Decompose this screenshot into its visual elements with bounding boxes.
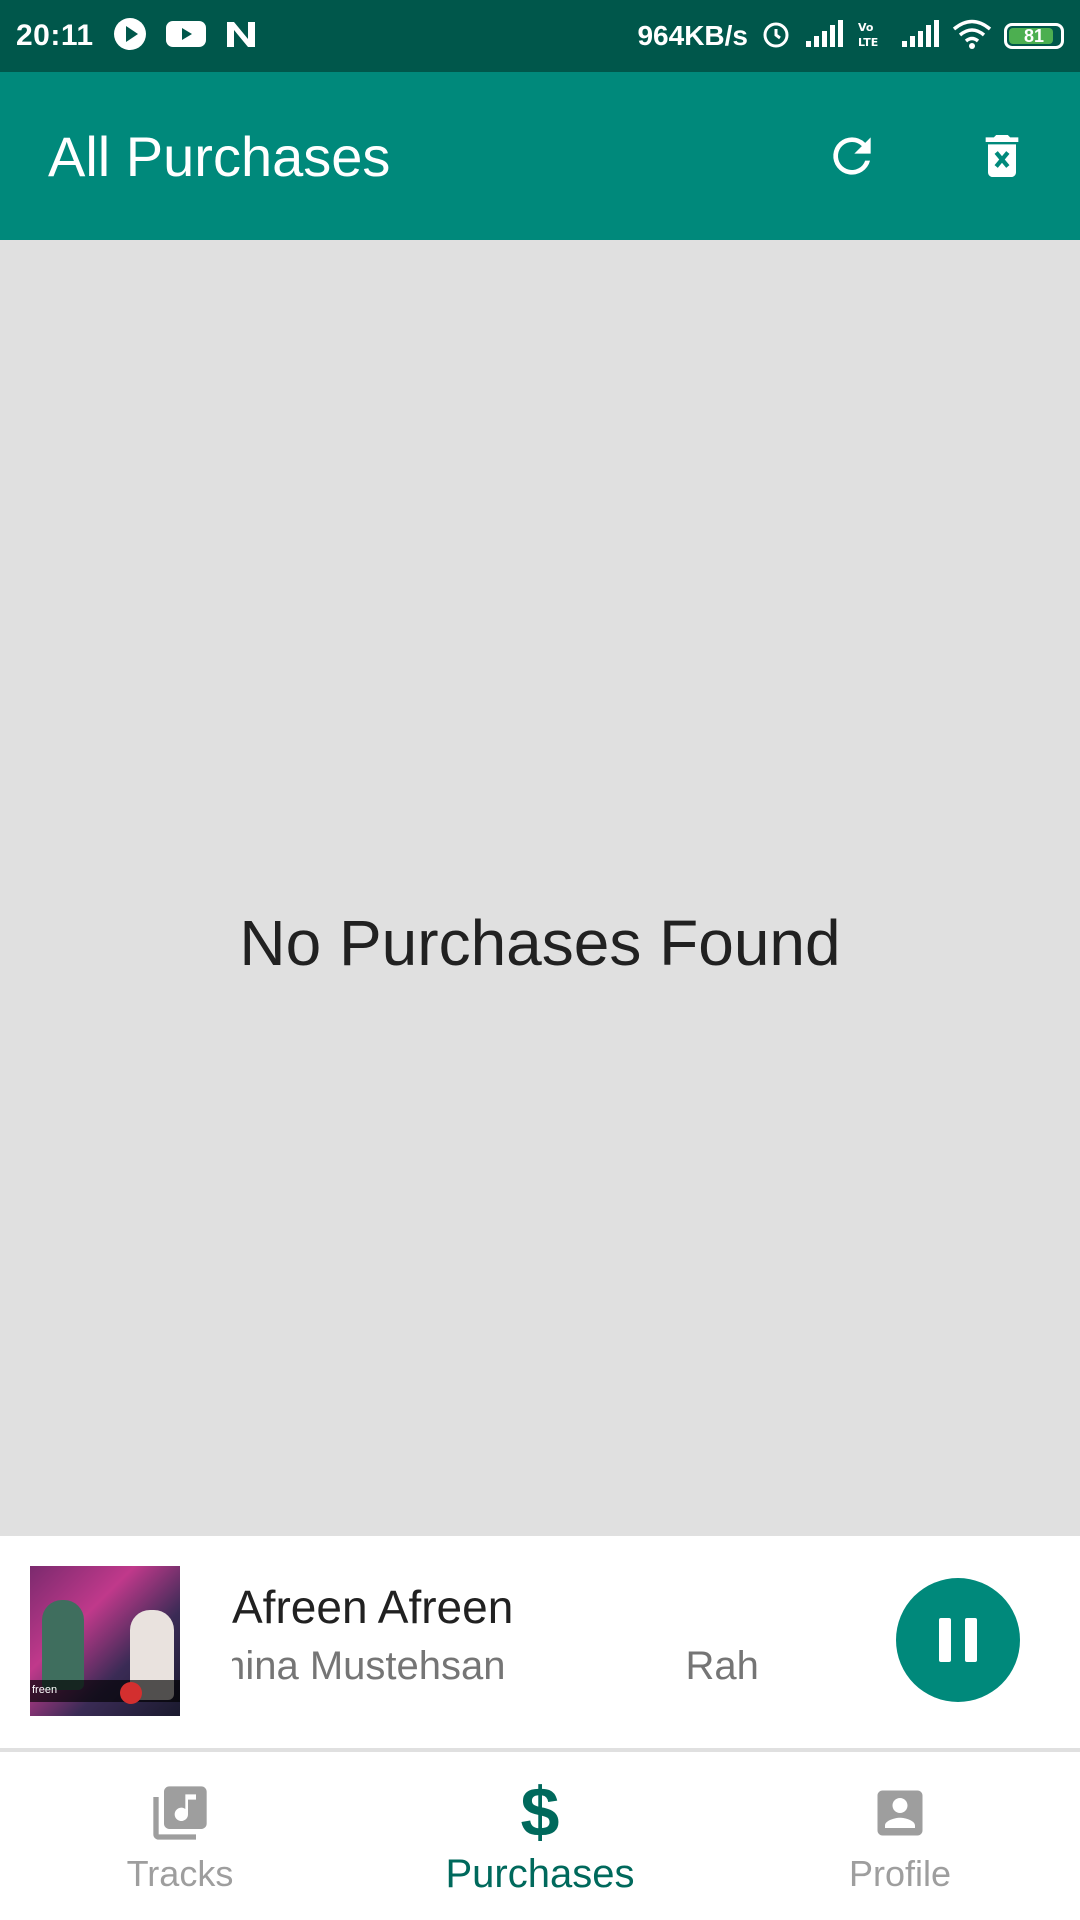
pause-icon <box>932 1618 984 1662</box>
bottom-navigation: Tracks $ Purchases Profile <box>0 1752 1080 1920</box>
battery-icon: 81 <box>1004 23 1064 49</box>
nav-tracks[interactable]: Tracks <box>0 1752 360 1920</box>
delete-button[interactable] <box>972 126 1032 186</box>
empty-state-message: No Purchases Found <box>239 907 841 979</box>
nav-profile[interactable]: Profile <box>720 1752 1080 1920</box>
now-playing-bar[interactable]: freen Afreen Afreen mina Mustehsan Rah <box>0 1536 1080 1748</box>
app-bar: All Purchases <box>0 72 1080 240</box>
app-bar-actions <box>822 126 1032 186</box>
refresh-button[interactable] <box>822 126 882 186</box>
svg-text:LTE: LTE <box>858 36 878 49</box>
play-icon <box>112 16 148 57</box>
pause-button[interactable] <box>896 1578 1020 1702</box>
music-library-icon <box>148 1777 212 1849</box>
nav-purchases-label: Purchases <box>445 1851 635 1896</box>
alarm-icon <box>760 18 792 55</box>
page-title: All Purchases <box>48 124 391 188</box>
refresh-icon <box>833 137 871 175</box>
volte-icon: Vo LTE <box>856 19 888 54</box>
album-art-figure <box>42 1600 84 1690</box>
track-artist-text: mina Mustehsan <box>232 1644 506 1688</box>
track-artist-marquee: mina Mustehsan Rah <box>232 1644 832 1700</box>
status-right: 964KB/s Vo LTE 81 <box>637 18 1064 55</box>
nav-purchases[interactable]: $ Purchases <box>360 1752 720 1920</box>
album-art: freen <box>30 1566 180 1716</box>
album-art-caption: freen <box>32 1684 58 1696</box>
track-artist: mina Mustehsan Rah <box>232 1644 759 1689</box>
signal-icon <box>804 19 844 54</box>
signal-icon-2 <box>900 19 940 54</box>
status-bar: 20:11 964KB/s Vo LTE 81 <box>0 0 1080 72</box>
nav-profile-label: Profile <box>848 1853 952 1894</box>
album-art-logo <box>120 1682 142 1704</box>
network-speed: 964KB/s <box>637 20 748 51</box>
status-time: 20:11 <box>16 19 94 52</box>
dollar-icon: $ <box>520 1772 560 1851</box>
track-artist-next: Rah <box>685 1644 759 1688</box>
n-app-icon <box>224 19 258 54</box>
status-left: 20:11 <box>16 16 258 57</box>
svg-text:Vo: Vo <box>858 21 874 34</box>
profile-icon <box>870 1777 930 1849</box>
wifi-icon <box>952 18 992 55</box>
purchases-list: No Purchases Found <box>0 240 1080 1536</box>
youtube-icon <box>165 19 206 54</box>
delete-icon <box>985 135 1019 177</box>
nav-tracks-label: Tracks <box>126 1853 234 1894</box>
battery-percent: 81 <box>1023 25 1045 46</box>
track-title: Afreen Afreen <box>232 1581 514 1633</box>
